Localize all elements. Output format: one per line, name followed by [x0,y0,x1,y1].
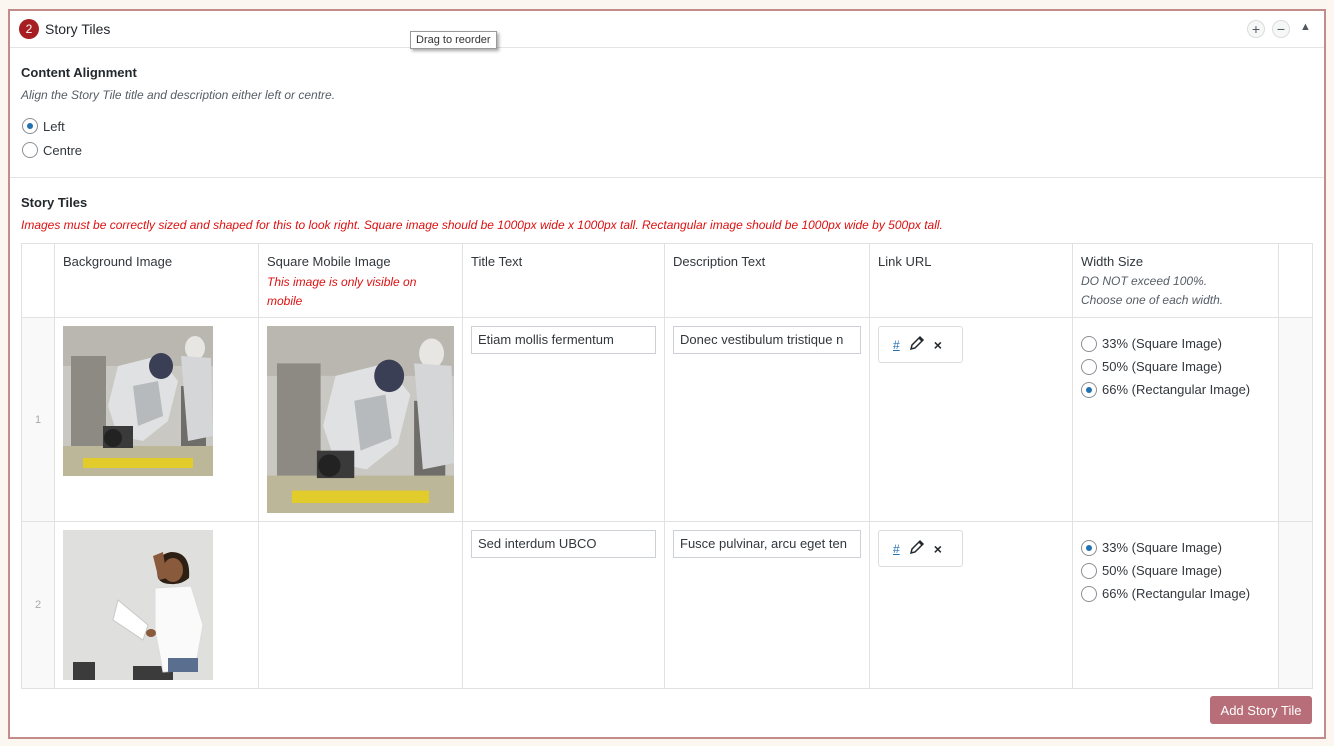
width-option-50[interactable]: 50% (Square Image) [1081,559,1270,582]
background-image-cell [54,317,259,522]
header-order [21,243,55,318]
width-option-label: 50% (Square Image) [1102,563,1222,578]
square-mobile-image-cell[interactable] [258,521,463,689]
row-actions[interactable] [1278,317,1313,522]
link-url-cell: # × [869,521,1073,689]
radio-left[interactable] [22,118,38,134]
panel-number-badge: 2 [19,19,39,39]
width-option-66[interactable]: 66% (Rectangular Image) [1081,378,1270,401]
row-order-handle[interactable]: 2 [21,521,55,689]
radio-66[interactable] [1081,585,1097,602]
title-text-input[interactable]: Sed interdum UBCO [471,530,656,558]
table-row: 2 Sed interdum UBCO Fusce pulvinar, arcu… [21,521,1313,689]
square-mobile-image-thumbnail[interactable] [267,326,454,513]
alignment-option-left[interactable]: Left [22,118,65,134]
content-alignment-description: Align the Story Tile title and descripti… [21,88,336,102]
width-option-33[interactable]: 33% (Square Image) [1081,536,1270,559]
add-story-tile-button[interactable]: Add Story Tile [1210,696,1312,724]
story-tiles-instructions: Images must be correctly sized and shape… [21,218,943,232]
header-actions [1278,243,1313,318]
story-tiles-label: Story Tiles [21,195,88,210]
panel-title: Story Tiles [45,21,111,37]
description-text-cell: Fusce pulvinar, arcu eget ten [664,521,870,689]
title-text-cell: Sed interdum UBCO [462,521,665,689]
width-option-66[interactable]: 66% (Rectangular Image) [1081,582,1270,605]
width-note-1: DO NOT exceed 100%. [1081,274,1208,288]
header-link-url: Link URL [869,243,1073,318]
content-alignment-label: Content Alignment [21,65,137,80]
section-divider [10,177,1324,178]
width-option-33[interactable]: 33% (Square Image) [1081,332,1270,355]
link-url-value[interactable]: # [893,542,900,556]
width-option-label: 33% (Square Image) [1102,336,1222,351]
width-options: 33% (Square Image) 50% (Square Image) 66… [1081,326,1270,401]
radio-66[interactable] [1081,381,1097,398]
remove-layout-button[interactable]: − [1272,20,1290,38]
background-image-thumbnail[interactable] [63,326,213,476]
row-actions[interactable] [1278,521,1313,689]
width-size-cell: 33% (Square Image) 50% (Square Image) 66… [1072,317,1279,522]
radio-50[interactable] [1081,562,1097,579]
radio-33[interactable] [1081,539,1097,556]
header-description-text: Description Text [664,243,870,318]
width-size-cell: 33% (Square Image) 50% (Square Image) 66… [1072,521,1279,689]
width-note-2: Choose one of each width. [1081,293,1224,307]
square-mobile-image-cell [258,317,463,522]
story-tiles-table: Background Image Square Mobile Image Thi… [21,243,1313,689]
width-option-label: 66% (Rectangular Image) [1102,586,1251,601]
radio-33[interactable] [1081,335,1097,352]
alignment-option-label: Centre [43,142,83,158]
radio-centre[interactable] [22,142,38,158]
collapse-arrow-icon[interactable]: ▲ [1300,21,1311,33]
link-url-value[interactable]: # [893,338,900,352]
width-option-label: 50% (Square Image) [1102,359,1222,374]
description-text-input[interactable]: Donec vestibulum tristique n [673,326,861,354]
width-option-50[interactable]: 50% (Square Image) [1081,355,1270,378]
width-option-label: 33% (Square Image) [1102,540,1222,555]
remove-link-icon[interactable]: × [934,337,942,353]
story-tiles-panel: 2 Story Tiles + − ▲ Content Alignment Al… [8,9,1326,739]
background-image-cell [54,521,259,689]
alignment-option-centre[interactable]: Centre [22,142,82,158]
header-background-image: Background Image [54,243,259,318]
table-header-row: Background Image Square Mobile Image Thi… [21,243,1313,318]
row-order-handle[interactable]: 1 [21,317,55,522]
square-mobile-note: This image is only visible on mobile [267,275,417,308]
description-text-input[interactable]: Fusce pulvinar, arcu eget ten [673,530,861,558]
header-width-size: Width Size DO NOT exceed 100%. Choose on… [1072,243,1279,318]
panel-header[interactable]: 2 Story Tiles + − ▲ [10,11,1324,48]
background-image-thumbnail[interactable] [63,530,213,680]
pencil-icon[interactable] [909,335,925,354]
alignment-option-label: Left [43,118,65,134]
title-text-input[interactable]: Etiam mollis fermentum [471,326,656,354]
header-title-text: Title Text [462,243,665,318]
description-text-cell: Donec vestibulum tristique n [664,317,870,522]
radio-50[interactable] [1081,358,1097,375]
link-url-cell: # × [869,317,1073,522]
width-options: 33% (Square Image) 50% (Square Image) 66… [1081,530,1270,605]
table-row: 1 Etiam mollis fermentum Donec vestibulu… [21,317,1313,522]
header-square-mobile-image: Square Mobile Image This image is only v… [258,243,463,318]
width-option-label: 66% (Rectangular Image) [1102,382,1251,397]
link-url-field: # × [878,530,963,567]
pencil-icon[interactable] [909,539,925,558]
remove-link-icon[interactable]: × [934,541,942,557]
drag-tooltip: Drag to reorder [410,31,497,49]
link-url-field: # × [878,326,963,363]
title-text-cell: Etiam mollis fermentum [462,317,665,522]
add-layout-button[interactable]: + [1247,20,1265,38]
